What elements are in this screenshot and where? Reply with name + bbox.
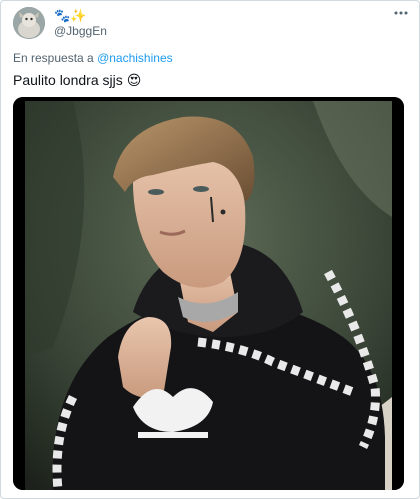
more-horizontal-icon (394, 11, 408, 15)
tweet-text: Paulito londra sjjs 😍 (13, 72, 141, 88)
tweet-photo[interactable] (13, 97, 404, 490)
more-options-button[interactable] (393, 6, 409, 20)
reply-prefix: En respuesta a (13, 51, 94, 65)
avatar[interactable] (13, 7, 45, 39)
reply-mention-link[interactable]: @nachishines (97, 51, 173, 65)
user-handle[interactable]: @JbggEn (54, 24, 107, 38)
photo-image (13, 97, 404, 490)
reply-context: En respuesta a @nachishines (13, 51, 173, 65)
avatar-image (13, 7, 45, 39)
tweet-body: Paulito londra sjjs (13, 72, 123, 88)
heart-eyes-emoji: 😍 (126, 72, 142, 88)
display-name[interactable]: 🐾✨ (54, 9, 86, 23)
tweet-card[interactable]: 🐾✨ @JbggEn En respuesta a @nachishines P… (0, 0, 420, 499)
